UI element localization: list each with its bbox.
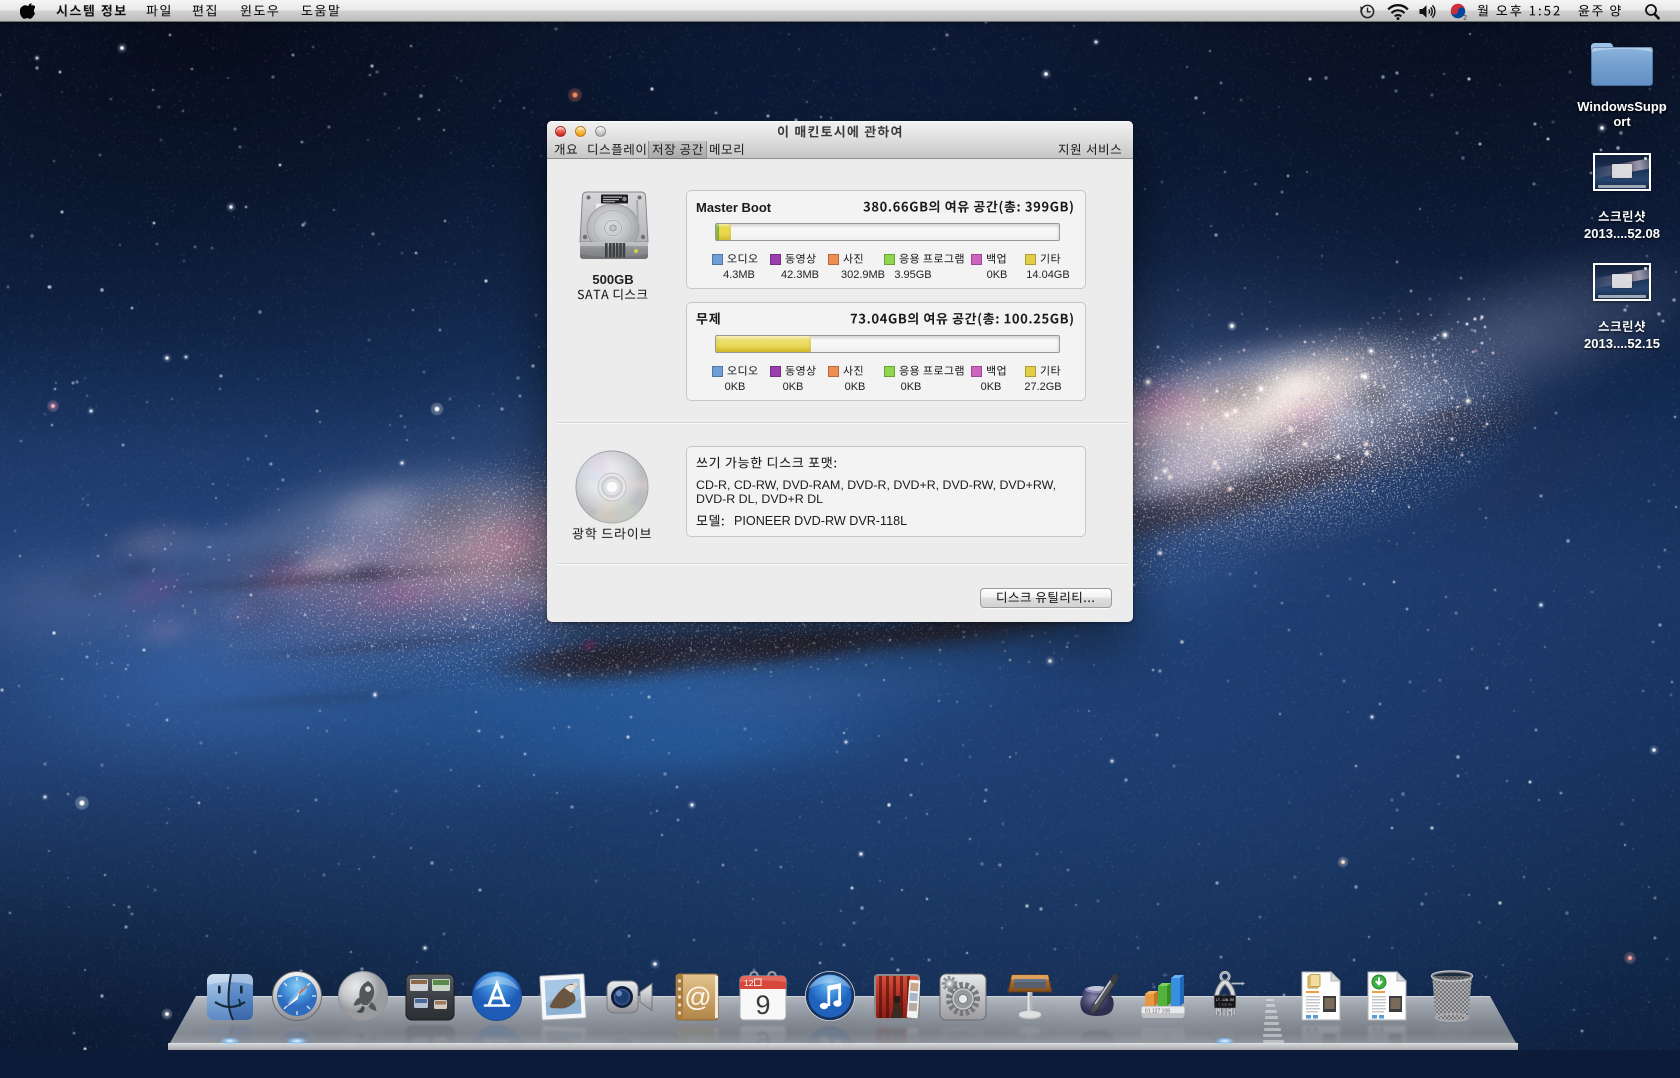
svg-text:T-ICW 08: T-ICW 08 bbox=[1218, 1004, 1232, 1007]
svg-text:12: 12 bbox=[744, 1058, 754, 1068]
svg-text:LT-12W-R6: LT-12W-R6 bbox=[1216, 999, 1234, 1003]
svg-text:9: 9 bbox=[755, 990, 770, 1020]
svg-text:9: 9 bbox=[755, 1026, 770, 1056]
svg-text:61 127 108: 61 127 108 bbox=[1145, 1032, 1170, 1038]
svg-text:@: @ bbox=[684, 982, 711, 1012]
svg-text:@: @ bbox=[684, 1034, 711, 1064]
svg-text:61 127 108: 61 127 108 bbox=[1145, 1009, 1170, 1015]
svg-text:12: 12 bbox=[744, 978, 754, 988]
svg-text:2: 2 bbox=[1463, 15, 1467, 22]
